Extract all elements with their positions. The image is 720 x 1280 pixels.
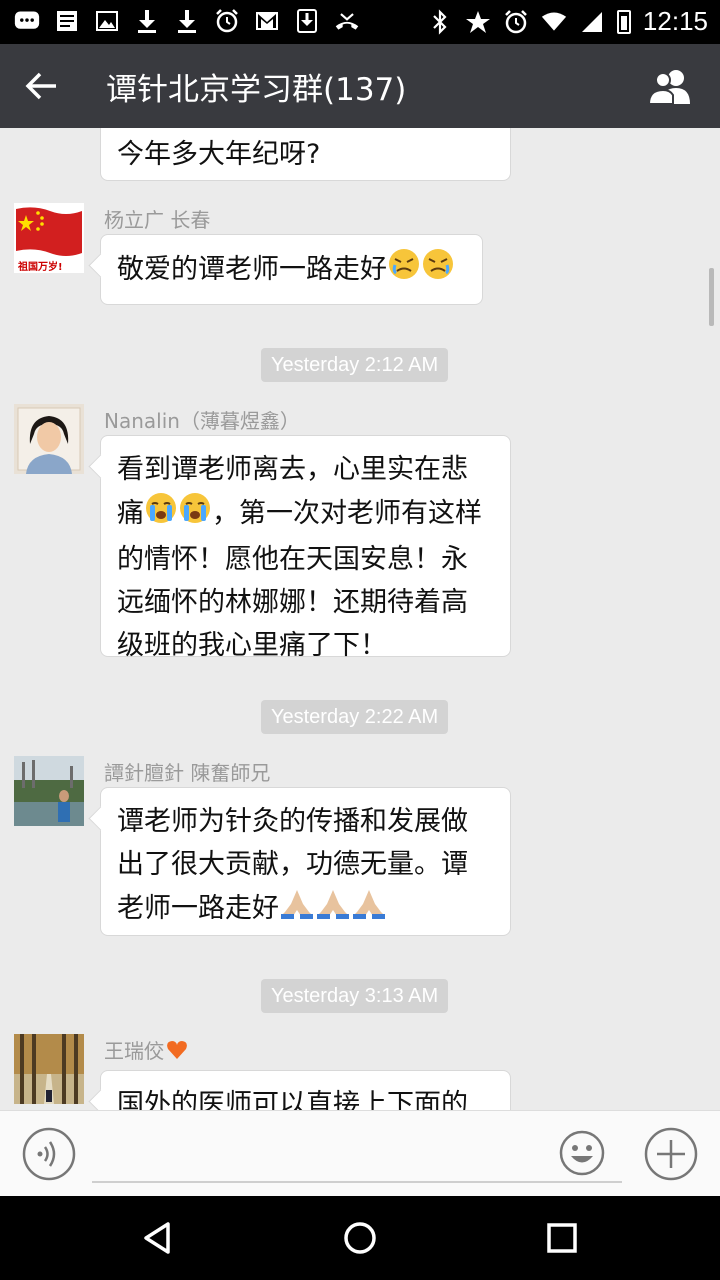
timestamp-label: Yesterday 2:12 AM [261, 348, 449, 382]
message-bubble[interactable]: 今年多大年纪呀? [100, 128, 511, 181]
message-bubble[interactable]: 国外的医师可以直接上下面的 [100, 1070, 511, 1110]
battery-icon [616, 9, 631, 34]
chat-toolbar: 谭针北京学习群(137) [0, 44, 720, 128]
status-bar: 12:15 [0, 0, 720, 44]
notification-icons [14, 8, 360, 34]
praying-hands-emoji [351, 886, 387, 933]
download-icon [134, 8, 160, 34]
loudly-crying-emoji [144, 491, 178, 538]
system-status-icons: 12:15 [427, 6, 708, 37]
chat-input-bar [0, 1110, 720, 1197]
woman-portrait-avatar[interactable] [14, 404, 84, 474]
voice-input-icon[interactable] [22, 1127, 76, 1181]
message-bubble[interactable]: 谭老师为针灸的传播和发展做 出了很大贡献，功德无量。谭 老师一路走好 [100, 787, 511, 936]
alarm-icon [503, 9, 529, 35]
sender-name: Nanalin（薄暮煜鑫） [104, 409, 300, 433]
arrow-left-icon[interactable] [22, 66, 62, 106]
plus-circle-icon[interactable] [644, 1127, 698, 1181]
sender-name-text: 王瑞佼 [104, 1039, 164, 1063]
gmail-icon [254, 8, 280, 34]
download-icon [174, 8, 200, 34]
loudly-crying-emoji [178, 491, 212, 538]
avatar-caption: 祖国万岁! [18, 262, 63, 273]
clock: 12:15 [642, 6, 708, 36]
message-text: 敬爱的谭老师一路走好 [117, 254, 387, 285]
chat-message-list[interactable]: 今年多大年纪呀? 祖国万岁! 杨立广 长春 敬爱的谭老师一路走好 Yesterd… [0, 128, 720, 1110]
message-text: 国外的医师可以直接上下面的 [117, 1089, 468, 1110]
message-text: 级班的我心里痛了下！ [117, 630, 387, 661]
missed-call-icon [334, 8, 360, 34]
message-text: 远缅怀的林娜娜！还期待着高 [117, 587, 468, 618]
bluetooth-icon [427, 8, 453, 35]
image-icon [94, 8, 120, 34]
chat-title: 谭针北京学习群(137) [106, 72, 407, 108]
message-input[interactable] [92, 1131, 546, 1177]
message-text: 老师一路走好 [117, 893, 279, 924]
sender-name: 譚針膻針 陳奮師兄 [104, 761, 271, 785]
message-text: ，第一次对老师有这样 [212, 498, 482, 529]
chat-bubble-icon [14, 8, 40, 34]
message-text: 今年多大年纪呀? [117, 139, 321, 170]
star-icon [465, 9, 491, 35]
sender-name: 王瑞佼 [104, 1035, 188, 1065]
message-bubble[interactable]: 看到谭老师离去，心里实在悲 痛，第一次对老师有这样 的情怀！愿他在天国安息！永 … [100, 435, 511, 661]
smiley-icon[interactable] [558, 1129, 606, 1177]
crying-face-emoji [421, 247, 455, 294]
message-text: 出了很大贡献，功德无量。谭 [117, 849, 468, 880]
tree-path-avatar[interactable] [14, 1034, 84, 1104]
newspaper-icon [54, 8, 80, 34]
home-circle-icon[interactable] [338, 1216, 382, 1260]
recents-square-icon[interactable] [540, 1216, 584, 1260]
message-text: 谭老师为针灸的传播和发展做 [117, 806, 468, 837]
download-box-icon [294, 8, 320, 34]
praying-hands-emoji [315, 886, 351, 933]
input-underline [92, 1181, 622, 1183]
orange-heart-emoji [166, 1040, 188, 1065]
landscape-person-avatar[interactable] [14, 756, 84, 826]
signal-icon [579, 9, 605, 35]
message-text: 看到谭老师离去，心里实在悲 [117, 454, 468, 485]
sender-name: 杨立广 长春 [104, 208, 211, 232]
back-triangle-icon[interactable] [136, 1216, 180, 1260]
timestamp-label: Yesterday 2:22 AM [261, 700, 449, 734]
crying-face-emoji [387, 247, 421, 294]
message-bubble[interactable]: 敬爱的谭老师一路走好 [100, 234, 483, 305]
scrollbar[interactable] [709, 268, 714, 326]
system-nav-bar [0, 1196, 720, 1280]
wifi-icon [541, 9, 567, 35]
message-text: 痛 [117, 498, 144, 529]
message-text: 的情怀！愿他在天国安息！永 [117, 544, 468, 575]
group-members-icon[interactable] [646, 66, 694, 106]
china-flag-avatar[interactable]: 祖国万岁! [14, 203, 84, 273]
alarm-icon [214, 8, 240, 34]
praying-hands-emoji [279, 886, 315, 933]
timestamp-label: Yesterday 3:13 AM [261, 979, 449, 1013]
